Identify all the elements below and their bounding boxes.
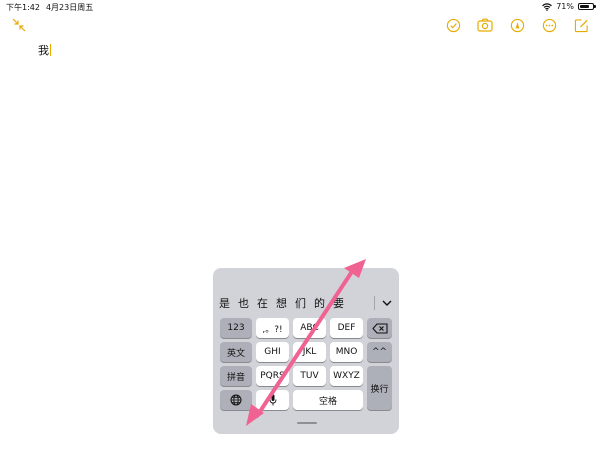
key-ghi[interactable]: GHI [256,342,289,362]
return-key[interactable]: 换行 [367,366,392,410]
candidate-word[interactable]: 的 [310,295,329,311]
battery-icon [578,3,596,10]
english-key[interactable]: 英文 [220,342,252,362]
battery-nub [594,5,596,8]
compose-icon [574,18,588,32]
keyboard-drag-handle[interactable] [297,422,317,424]
candidate-divider [374,296,375,310]
floating-keyboard: 是 也 在 想 们 的 要 123 ,。?! ABC DEF 英文 GHI JK… [213,268,399,434]
battery-percent: 71% [556,2,574,11]
key-mno[interactable]: MNO [330,342,363,362]
candidate-word[interactable]: 也 [234,295,253,311]
globe-icon [230,394,242,406]
candidate-word[interactable]: 要 [329,295,348,311]
more-button[interactable] [540,16,558,34]
markup-button[interactable] [508,16,526,34]
candidate-bar: 是 也 在 想 们 的 要 [213,292,399,314]
compose-button[interactable] [572,16,590,34]
pinyin-key[interactable]: 拼音 [220,366,252,386]
microphone-icon [269,394,276,406]
camera-button[interactable] [476,16,494,34]
status-bar: 下午1:42 4月23日周五 71% [0,0,600,14]
numbers-key[interactable]: 123 [220,318,252,338]
more-icon [542,18,556,32]
key-def[interactable]: DEF [330,318,363,338]
key-pqrs[interactable]: PQRS [256,366,289,386]
expand-candidates-button[interactable] [380,297,394,309]
checklist-button[interactable] [444,16,462,34]
camera-icon [477,18,493,32]
arrows-collapse-icon [12,18,26,32]
notes-toolbar [444,16,590,34]
checklist-icon [446,18,460,32]
candidate-word[interactable]: 们 [291,295,310,311]
space-key[interactable]: 空格 [293,390,363,410]
backspace-icon [371,322,388,334]
candidate-word[interactable]: 想 [272,295,291,311]
status-time: 下午1:42 [6,3,40,12]
status-date: 4月23日周五 [45,3,94,12]
punctuation-key[interactable]: ,。?! [256,318,289,338]
backspace-key[interactable] [367,318,392,338]
note-editor[interactable]: 我 [38,42,51,58]
globe-key[interactable] [220,390,252,410]
key-jkl[interactable]: JKL [293,342,326,362]
markup-icon [510,18,524,32]
candidate-word[interactable]: 在 [253,295,272,311]
dictation-key[interactable] [256,390,289,410]
emoticon-key[interactable]: ^^ [367,342,392,362]
key-wxyz[interactable]: WXYZ [330,366,363,386]
candidate-word[interactable]: 是 [215,295,234,311]
collapse-button[interactable] [12,18,26,32]
key-tuv[interactable]: TUV [293,366,326,386]
note-text: 我 [38,44,49,57]
chevron-down-icon [382,300,392,306]
key-abc[interactable]: ABC [293,318,326,338]
wifi-icon [542,2,553,11]
text-cursor [50,44,51,56]
battery-fill [580,5,589,8]
